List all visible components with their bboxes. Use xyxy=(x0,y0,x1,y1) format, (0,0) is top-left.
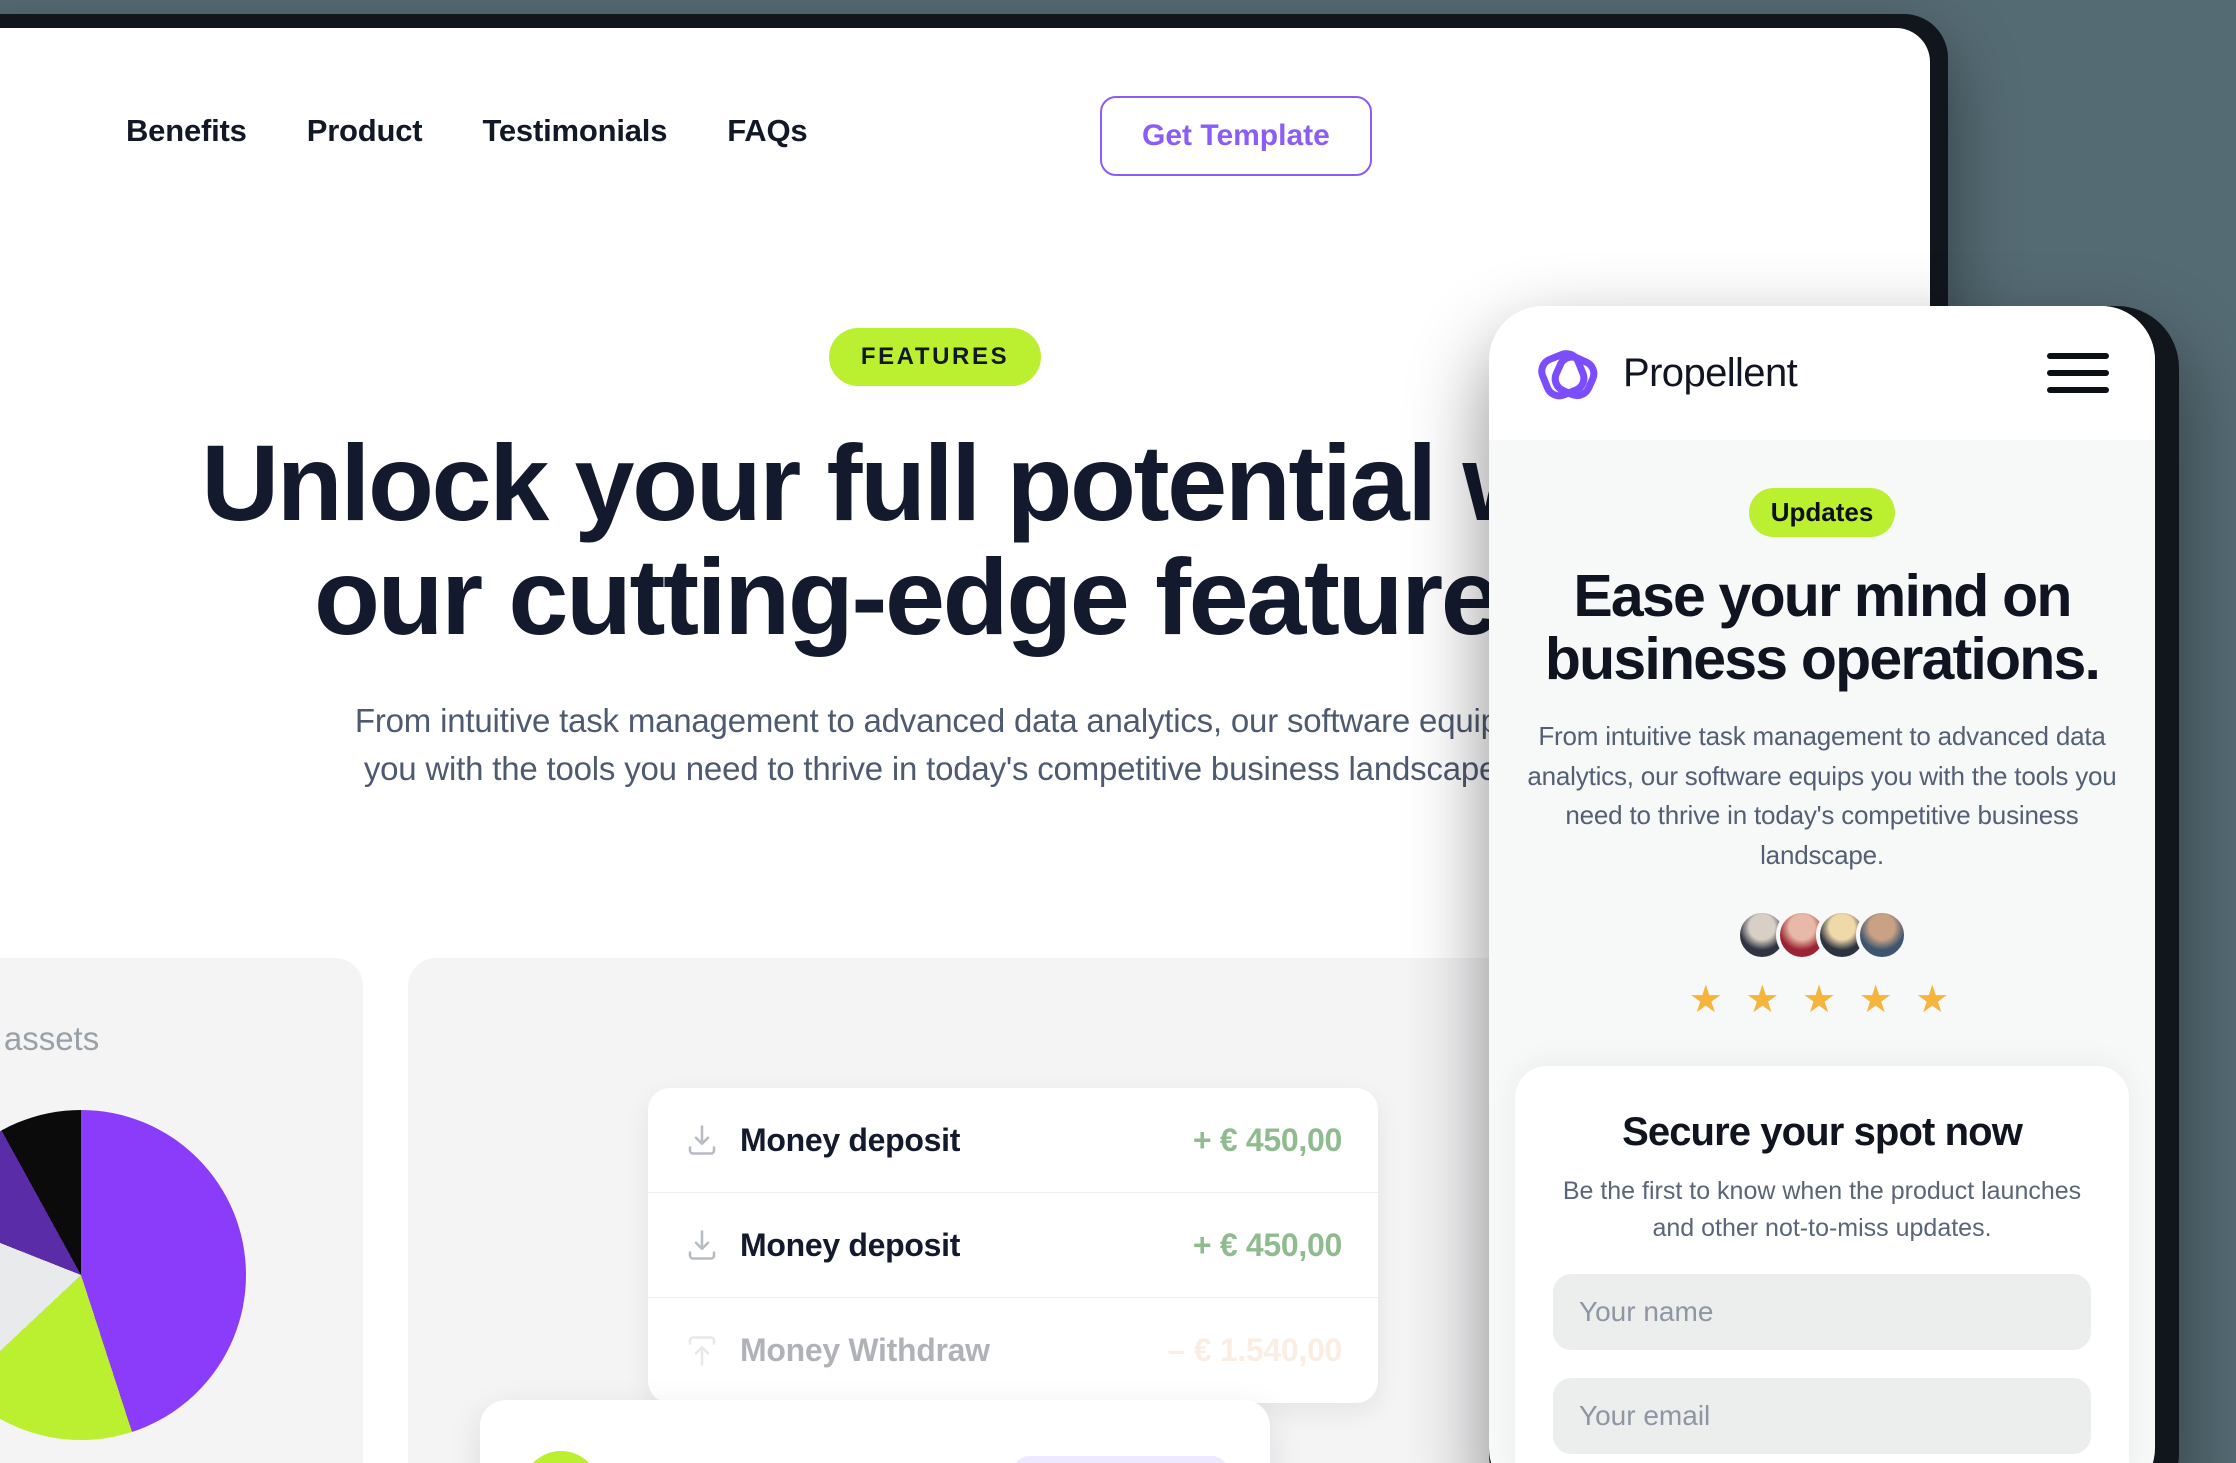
phone-title-line-2: business operations. xyxy=(1544,626,2101,693)
signup-subtitle: Be the first to know when the product la… xyxy=(1562,1177,2082,1242)
download-icon xyxy=(684,1227,720,1263)
propellent-logo-icon xyxy=(1538,350,1598,400)
transaction-amount: – € 1.540,00 xyxy=(1167,1332,1343,1368)
hamburger-icon[interactable] xyxy=(2047,342,2109,404)
features-badge: FEATURES xyxy=(828,328,1042,386)
top-navigation: Benefits Product Testimonials FAQs Get T… xyxy=(0,76,1930,186)
phone-screen: Propellent Updates Ease your mind on bus… xyxy=(1489,306,2155,1463)
transaction-amount: + € 450,00 xyxy=(1192,1226,1342,1263)
upload-icon xyxy=(684,1333,720,1369)
assets-card-title: Your assets xyxy=(0,1020,100,1057)
assets-pie-chart xyxy=(0,1110,246,1440)
assets-card: Your assets xyxy=(0,958,363,1463)
star-rating: ★ ★ ★ ★ ★ xyxy=(1688,979,1956,1022)
pie-chart-graphic xyxy=(0,1110,246,1440)
avatar xyxy=(1856,909,1908,962)
updates-badge: Updates xyxy=(1748,488,1896,537)
phone-subtitle: From intuitive task management to advanc… xyxy=(1527,721,2117,870)
transaction-row[interactable]: Money deposit + € 450,00 xyxy=(648,1193,1378,1298)
expected-return-badge: 36 months xyxy=(1012,1456,1228,1463)
transaction-row[interactable]: Money deposit + € 450,00 xyxy=(648,1088,1378,1193)
screenshot-root: Benefits Product Testimonials FAQs Get T… xyxy=(0,0,2236,1463)
trend-chart-icon xyxy=(522,1451,600,1463)
nav-item-testimonials[interactable]: Testimonials xyxy=(482,113,667,149)
name-input[interactable]: Your name xyxy=(1553,1273,2091,1350)
download-icon xyxy=(684,1122,720,1158)
expected-return-card: Expected return 36 months xyxy=(480,1400,1270,1463)
transaction-amount: + € 450,00 xyxy=(1192,1121,1342,1158)
phone-header: Propellent xyxy=(1489,306,2155,440)
get-template-button[interactable]: Get Template xyxy=(1100,96,1372,176)
nav-links: Benefits Product Testimonials FAQs xyxy=(126,113,808,149)
transaction-row[interactable]: Money Withdraw – € 1.540,00 xyxy=(648,1298,1378,1403)
transaction-label: Money deposit xyxy=(740,1121,961,1158)
phone-brand-name: Propellent xyxy=(1623,350,1798,395)
transaction-label: Money Withdraw xyxy=(740,1332,990,1368)
transaction-label: Money deposit xyxy=(740,1226,961,1263)
phone-title-line-1: Ease your mind on xyxy=(1573,563,2072,629)
avatar-group xyxy=(1525,909,2119,962)
phone-title: Ease your mind on business operations. xyxy=(1525,563,2119,693)
signup-card: Secure your spot now Be the first to kno… xyxy=(1515,1066,2129,1463)
phone-hero: Updates Ease your mind on business opera… xyxy=(1489,440,2155,1022)
nav-item-faqs[interactable]: FAQs xyxy=(727,113,807,149)
nav-item-product[interactable]: Product xyxy=(307,113,423,149)
email-input[interactable]: Your email xyxy=(1553,1377,2091,1454)
nav-item-benefits[interactable]: Benefits xyxy=(126,113,247,149)
signup-title: Secure your spot now xyxy=(1622,1110,2023,1155)
transaction-list: Money deposit + € 450,00 Money deposit + € … xyxy=(648,1088,1378,1403)
